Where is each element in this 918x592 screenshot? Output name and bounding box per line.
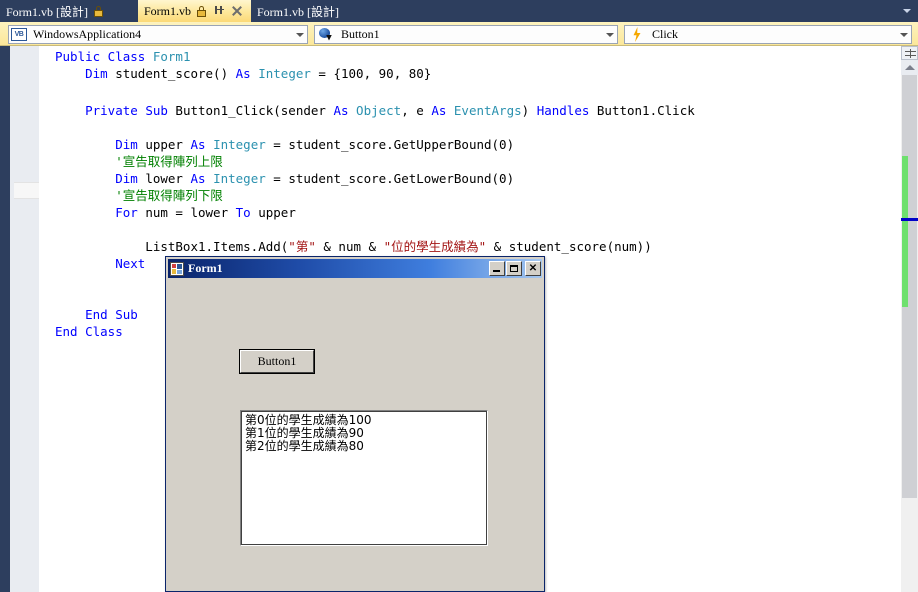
tab-form1-designer-2[interactable]: Form1.vb [設計] [251, 0, 386, 22]
code-line: Private Sub Button1_Click(sender As Obje… [85, 103, 695, 118]
listbox1[interactable]: 第0位的學生成績為100 第1位的學生成績為90 第2位的學生成績為80 [240, 410, 488, 546]
code-line: Public Class Form1 [55, 49, 191, 64]
button1[interactable]: Button1 [239, 349, 315, 374]
lightning-bolt-icon [629, 27, 647, 42]
chevron-down-icon[interactable] [292, 26, 307, 43]
chevron-down-icon[interactable] [602, 26, 617, 43]
scrollbar-caret-marker [901, 218, 918, 221]
tab-form1-designer-1[interactable]: Form1.vb [設計] [0, 0, 138, 22]
code-line: ListBox1.Items.Add("第" & num & "位的學生成績為"… [55, 239, 652, 254]
object-dropdown[interactable]: Button1 [314, 25, 618, 44]
code-line: For num = lower To upper [115, 205, 296, 220]
maximize-button[interactable] [506, 261, 522, 276]
scroll-up-arrow-icon[interactable] [901, 60, 918, 75]
code-line: Dim student_score() As Integer = {100, 9… [85, 66, 432, 81]
tab-label: Form1.vb [設計] [6, 4, 88, 19]
scrollbar-change-marker [902, 156, 908, 299]
member-dropdown-value: Click [652, 27, 678, 41]
chevron-down-icon [903, 9, 911, 13]
listbox1-items[interactable]: 第0位的學生成績為100 第1位的學生成績為90 第2位的學生成績為80 [242, 412, 486, 544]
object-dropdown-value: Button1 [341, 27, 380, 41]
vb-form-icon [170, 261, 184, 276]
chevron-down-icon[interactable] [896, 26, 911, 43]
object-icon [318, 27, 336, 42]
editor-tab-strip: Form1.vb [設計] Form1.vb Form1.vb [設計] [0, 0, 918, 22]
dock-icon[interactable] [214, 5, 225, 17]
tab-label: Form1.vb [144, 3, 192, 18]
project-dropdown-value: WindowsApplication4 [33, 27, 142, 41]
project-dropdown[interactable]: VB WindowsApplication4 [8, 25, 308, 44]
close-icon[interactable] [231, 5, 243, 17]
member-dropdown[interactable]: Click [624, 25, 912, 44]
editor-indicator-margin [0, 46, 10, 592]
pin-icon[interactable] [197, 5, 207, 17]
form-window-buttons: ✕ [488, 261, 542, 276]
code-line-comment: '宣告取得陣列上限 [115, 154, 223, 169]
vertical-scrollbar[interactable] [901, 46, 918, 592]
code-line-comment-current: '宣告取得陣列下限 [115, 188, 223, 203]
button1-label: Button1 [257, 354, 297, 368]
code-line: Next [115, 256, 146, 271]
code-navigation-bar: VB WindowsApplication4 Button1 Click [0, 22, 918, 46]
vb-project-icon: VB [11, 28, 27, 41]
form1-runtime-window[interactable]: Form1 ✕ Button1 第0位的學生成績為100 第1位的學生成績為90… [165, 256, 545, 592]
form-title-label: Form1 [188, 261, 223, 275]
visual-studio-window: Form1.vb [設計] Form1.vb Form1.vb [設計] VB … [0, 0, 918, 592]
code-line: Dim lower As Integer = student_score.Get… [115, 171, 515, 186]
close-button[interactable]: ✕ [525, 261, 541, 276]
code-line: Dim upper As Integer = student_score.Get… [115, 137, 515, 152]
scrollbar-change-marker [902, 299, 908, 307]
minimize-button[interactable] [489, 261, 505, 276]
code-line: End Sub [85, 307, 138, 322]
tab-overflow-button[interactable] [898, 0, 916, 22]
list-item[interactable]: 第2位的學生成績為80 [245, 440, 486, 453]
tab-label: Form1.vb [設計] [257, 4, 339, 19]
pin-icon[interactable] [94, 5, 103, 17]
form-title-bar[interactable]: Form1 ✕ [168, 259, 542, 278]
editor-selection-margin[interactable] [10, 46, 39, 592]
code-line: End Class [55, 324, 123, 339]
tab-form1-code[interactable]: Form1.vb [138, 0, 251, 22]
split-window-icon[interactable] [901, 46, 918, 60]
